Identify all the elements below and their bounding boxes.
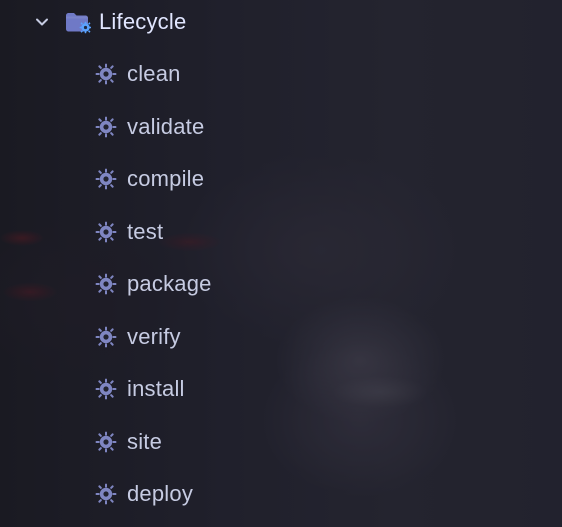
tree-node-lifecycle[interactable]: Lifecycle bbox=[0, 0, 186, 44]
lifecycle-item-validate[interactable]: validate bbox=[0, 105, 204, 149]
gear-icon bbox=[94, 482, 118, 506]
lifecycle-item-compile[interactable]: compile bbox=[0, 157, 204, 201]
gear-icon bbox=[94, 220, 118, 244]
lifecycle-item-test[interactable]: test bbox=[0, 210, 163, 254]
lifecycle-item-deploy[interactable]: deploy bbox=[0, 472, 193, 516]
lifecycle-item-label: site bbox=[127, 429, 163, 454]
gear-icon bbox=[94, 272, 118, 296]
lifecycle-item-site[interactable]: site bbox=[0, 420, 162, 464]
gear-icon bbox=[94, 430, 118, 454]
lifecycle-item-clean[interactable]: clean bbox=[0, 52, 181, 96]
tree-node-label: Lifecycle bbox=[99, 9, 187, 34]
lifecycle-item-verify[interactable]: verify bbox=[0, 315, 181, 359]
chevron-down-icon[interactable] bbox=[34, 14, 50, 30]
lifecycle-item-label: validate bbox=[127, 114, 205, 139]
lifecycle-item-package[interactable]: package bbox=[0, 262, 212, 306]
maven-lifecycle-tree: Lifecycle clean validate compile test pa… bbox=[0, 0, 562, 527]
lifecycle-item-label: compile bbox=[127, 166, 205, 191]
lifecycle-item-label: test bbox=[127, 219, 164, 244]
gear-icon bbox=[94, 325, 118, 349]
gear-icon bbox=[94, 377, 118, 401]
lifecycle-item-label: verify bbox=[127, 324, 181, 349]
folder-gear-icon bbox=[63, 9, 92, 35]
lifecycle-item-label: clean bbox=[127, 61, 181, 86]
gear-icon bbox=[94, 167, 118, 191]
gear-icon bbox=[94, 115, 118, 139]
lifecycle-item-label: deploy bbox=[127, 481, 194, 506]
lifecycle-item-label: package bbox=[127, 271, 212, 296]
gear-icon bbox=[94, 62, 118, 86]
lifecycle-item-install[interactable]: install bbox=[0, 367, 185, 411]
lifecycle-item-label: install bbox=[127, 376, 185, 401]
